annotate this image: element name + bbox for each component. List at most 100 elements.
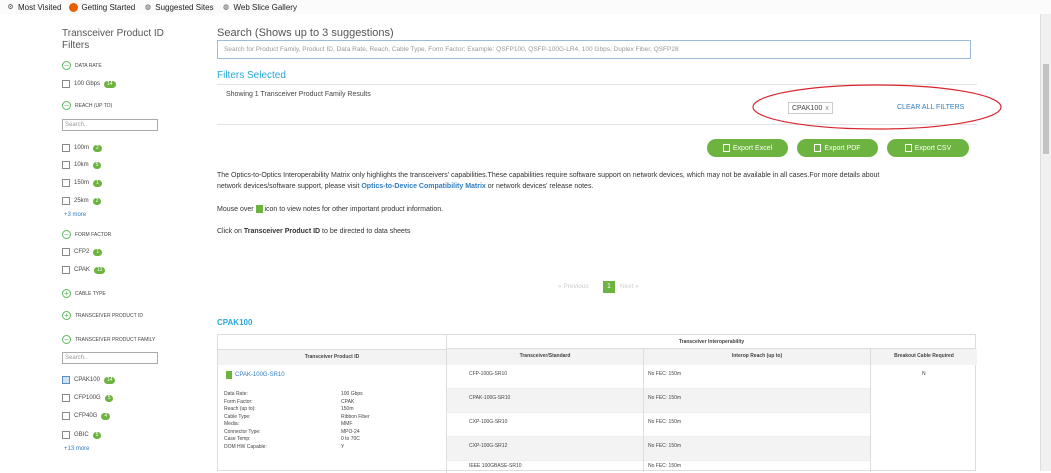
- checkbox[interactable]: [62, 248, 70, 256]
- scrollbar-thumb[interactable]: [1043, 64, 1049, 154]
- checkbox[interactable]: [62, 412, 70, 420]
- collapse-icon: −: [62, 230, 71, 239]
- export-csv-button[interactable]: Export CSV: [887, 139, 969, 157]
- collapse-icon: −: [62, 335, 71, 344]
- group-header: Transceiver Interoperability: [446, 335, 976, 349]
- export-excel-button[interactable]: Export Excel: [707, 139, 788, 157]
- checkbox[interactable]: [62, 394, 70, 402]
- previous-page-link[interactable]: « Previous: [558, 283, 589, 290]
- filter-option[interactable]: GBIC 5: [62, 431, 102, 439]
- interoperability-note: The Optics-to-Optics Interoperability Ma…: [217, 172, 880, 190]
- checkbox[interactable]: [62, 431, 70, 439]
- expand-icon: +: [62, 311, 71, 320]
- count-badge: 13: [93, 266, 106, 274]
- filter-section-transceiver-product-id[interactable]: + TRANSCEIVER PRODUCT ID: [62, 311, 143, 320]
- checkbox[interactable]: [62, 80, 70, 88]
- column-header-breakout: Breakout Cable Required: [870, 349, 977, 365]
- count-badge: 5: [92, 161, 102, 169]
- filter-option[interactable]: CFP100G 5: [62, 394, 114, 402]
- spec-row: Form Factor: CPAK: [224, 398, 355, 405]
- pdf-icon: [814, 144, 822, 152]
- firefox-icon: [69, 2, 79, 12]
- export-pdf-button[interactable]: Export PDF: [797, 139, 878, 157]
- count-badge: 5: [104, 394, 114, 402]
- reach-search-input[interactable]: Search..: [62, 119, 158, 131]
- filter-section-data-rate[interactable]: − DATA RATE: [62, 61, 102, 70]
- product-specs: Data Rate: 100 Gbps Form Factor: CPAK Reac…: [224, 391, 370, 451]
- filter-option[interactable]: 100 Gbps 14: [62, 80, 116, 88]
- filter-option[interactable]: CFP40G 4: [62, 412, 111, 420]
- filters-heading: Filters Selected: [217, 70, 286, 81]
- table-row: IEEE 100GBASE-SR10 No FEC: 150m: [446, 461, 870, 473]
- checkbox[interactable]: [62, 266, 70, 274]
- mouse-over-note: Mouse over icon to view notes for other …: [217, 205, 444, 213]
- table-row: CXP-100G-SR10 No FEC: 150m: [446, 413, 870, 437]
- table-row: CFP-100G-SR10 No FEC: 150m: [446, 365, 870, 389]
- filter-section-product-family[interactable]: − TRANSCEIVER PRODUCT FAMILY: [62, 335, 155, 344]
- filter-section-form-factor[interactable]: − FORM FACTOR: [62, 230, 111, 239]
- product-id-cell: CPAK-100G-SR10: [226, 371, 285, 379]
- bookmarks-bar: ⚙ Most Visited Getting Started ◍ Suggested…: [0, 0, 1051, 14]
- spec-row: DOM HW Capable: Y: [224, 443, 345, 450]
- bookmark-web-slice-gallery[interactable]: ◍ Web Slice Gallery: [222, 3, 297, 12]
- filter-option[interactable]: CPAK 13: [62, 266, 106, 274]
- spec-row: Connector Type: MPO-24: [224, 428, 360, 435]
- bookmark-most-visited[interactable]: ⚙ Most Visited: [6, 3, 61, 12]
- annotation-ellipse: [752, 84, 1002, 130]
- checkbox[interactable]: [62, 179, 70, 187]
- table-row: CXP-100G-SR12 No FEC: 150m: [446, 437, 870, 461]
- spec-row: Media: MMF: [224, 421, 353, 427]
- expand-icon: +: [62, 289, 71, 298]
- count-badge: 2: [92, 197, 102, 205]
- checkbox[interactable]: [62, 197, 70, 205]
- checkbox[interactable]: [62, 144, 70, 152]
- csv-icon: [904, 144, 912, 152]
- filter-section-reach[interactable]: − REACH (up to): [62, 101, 112, 110]
- filter-option[interactable]: 150m 1: [62, 179, 102, 187]
- product-id-link[interactable]: CPAK-100G-SR10: [235, 372, 285, 378]
- collapse-icon: −: [62, 101, 71, 110]
- family-more-link[interactable]: +13 more: [64, 446, 90, 452]
- reach-more-link[interactable]: +3 more: [64, 212, 86, 218]
- globe-icon: ◍: [144, 3, 151, 11]
- count-badge: 1: [93, 248, 103, 256]
- column-header-reach: Interop Reach (up to): [643, 349, 870, 365]
- count-badge: 2: [93, 144, 102, 152]
- count-badge: 5: [92, 431, 102, 439]
- checkbox-checked[interactable]: [62, 376, 70, 384]
- column-header-product-id: Transceiver Product ID: [218, 349, 446, 365]
- page-1-button[interactable]: 1: [603, 281, 615, 293]
- spec-row: Cable Type: Ribbon Fiber: [224, 413, 370, 420]
- spec-row: Reach (up to): 150m: [224, 406, 354, 412]
- family-search-input[interactable]: Search..: [62, 352, 158, 364]
- checkbox[interactable]: [62, 161, 70, 169]
- scrollbar[interactable]: [1040, 14, 1051, 471]
- filter-section-cable-type[interactable]: + CABLE TYPE: [62, 289, 106, 298]
- globe-icon: ◍: [222, 3, 230, 11]
- count-badge: 14: [104, 80, 116, 88]
- note-icon: [255, 205, 263, 213]
- bookmark-getting-started[interactable]: Getting Started: [69, 2, 135, 12]
- filter-option[interactable]: CFP2 1: [62, 248, 103, 256]
- family-heading: CPAK100: [217, 318, 253, 327]
- filter-option[interactable]: CPAK100 14: [62, 376, 116, 384]
- note-icon[interactable]: [226, 371, 232, 379]
- click-note: Click on Transceiver Product ID to be di…: [217, 228, 411, 235]
- compatibility-matrix-link[interactable]: Optics-to-Device Compatibility Matrix: [361, 183, 485, 190]
- filter-option[interactable]: 100m 2: [62, 144, 102, 152]
- bookmark-suggested-sites[interactable]: ◍ Suggested Sites: [143, 3, 214, 12]
- filter-option[interactable]: 10km 5: [62, 161, 102, 169]
- count-badge: 14: [103, 376, 116, 384]
- excel-icon: [722, 144, 730, 152]
- next-page-link[interactable]: Next »: [620, 283, 639, 290]
- collapse-icon: −: [62, 61, 71, 70]
- gear-icon: ⚙: [7, 3, 14, 11]
- filter-option[interactable]: 25km 2: [62, 197, 102, 205]
- results-table: Transceiver Interoperability Transceiver…: [217, 334, 977, 473]
- search-input[interactable]: Search for Product Family, Product ID, D…: [217, 40, 971, 59]
- column-header-standard: Transceiver/Standard: [446, 349, 643, 365]
- spec-row: Case Temp: 0 to 70C: [224, 436, 360, 442]
- column-divider: [643, 365, 644, 472]
- breakout-cell: N: [870, 365, 977, 472]
- table-row: CPAK-100G-SR10 No FEC: 150m: [446, 389, 870, 413]
